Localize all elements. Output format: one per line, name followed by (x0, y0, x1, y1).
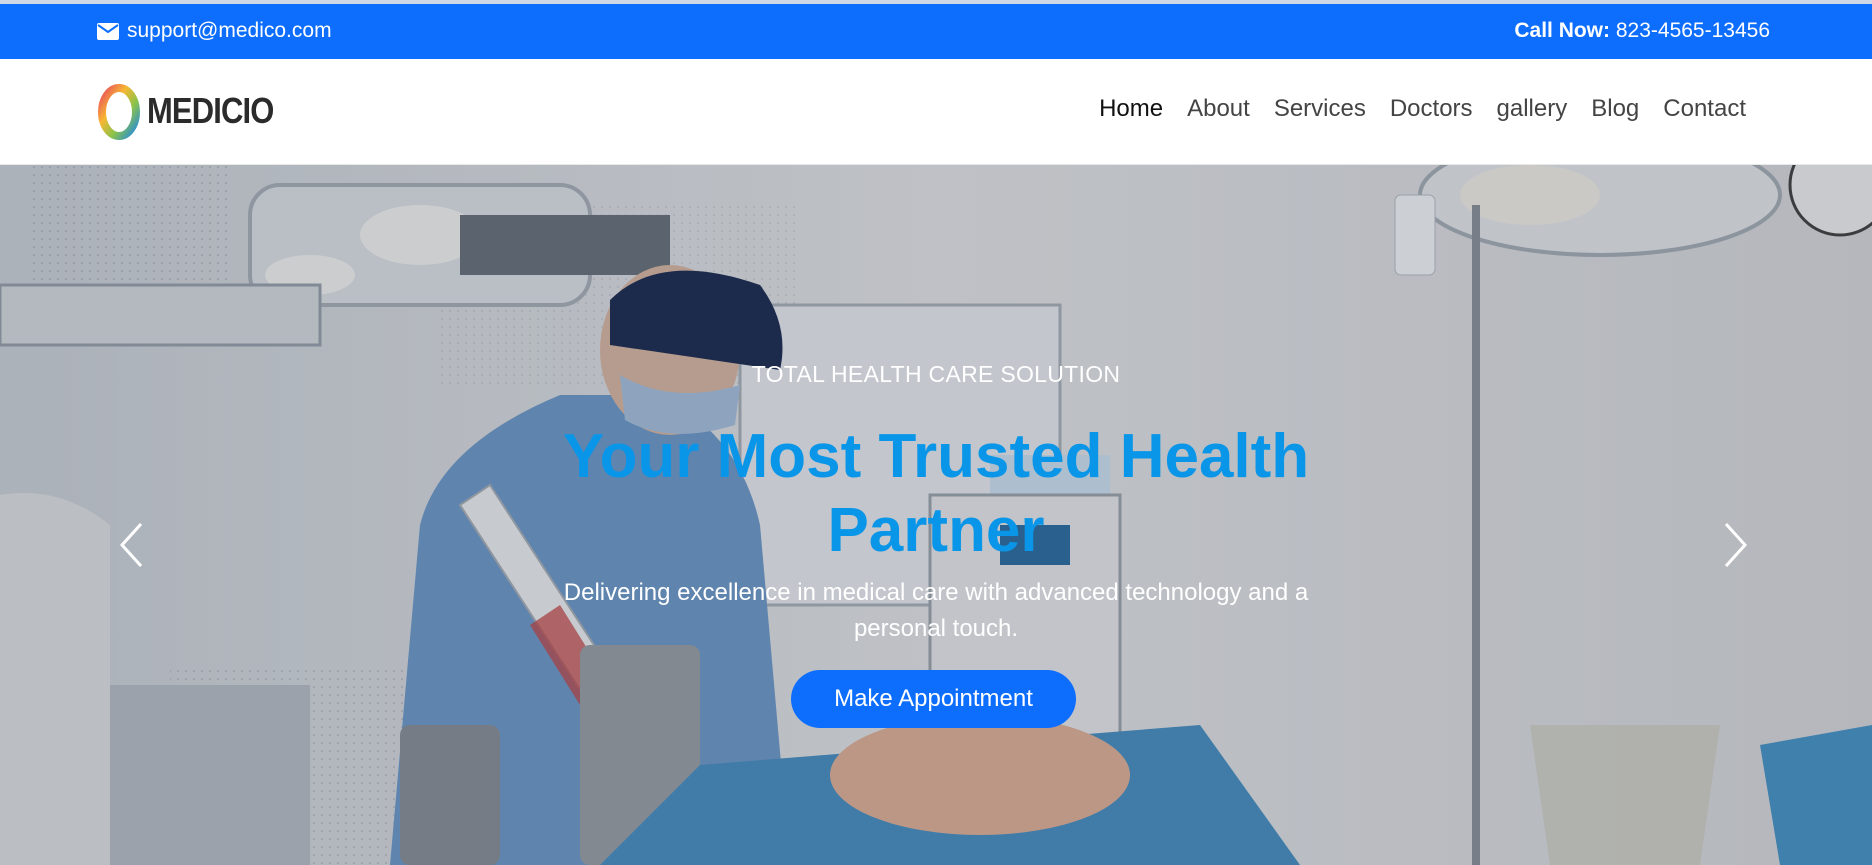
nav-gallery[interactable]: gallery (1485, 95, 1580, 123)
contact-topbar: support@medico.com Call Now: 823-4565-13… (0, 4, 1872, 59)
email-text: support@medico.com (127, 19, 332, 42)
nav-doctors[interactable]: Doctors (1378, 95, 1485, 123)
chevron-right-icon[interactable] (1720, 520, 1750, 570)
primary-nav: Home About Services Doctors gallery Blog… (1087, 95, 1758, 123)
hero-description: Delivering excellence in medical care wi… (563, 579, 1309, 642)
hero-title: Your Most Trusted Health Partner (562, 422, 1310, 565)
email-link[interactable]: support@medico.com (97, 19, 332, 43)
nav-about[interactable]: About (1175, 95, 1262, 123)
hero-carousel: TOTAL HEALTH CARE SOLUTION Your Most Tru… (0, 165, 1872, 865)
chevron-left-icon[interactable] (117, 520, 147, 570)
call-number: 823-4565-13456 (1615, 19, 1770, 42)
make-appointment-button[interactable]: Make Appointment (791, 670, 1076, 728)
nav-home[interactable]: Home (1087, 95, 1175, 123)
envelope-icon (97, 22, 119, 40)
call-now[interactable]: Call Now: 823-4565-13456 (1514, 19, 1770, 43)
hero-content: TOTAL HEALTH CARE SOLUTION Your Most Tru… (0, 165, 1872, 865)
nav-services[interactable]: Services (1262, 95, 1378, 123)
brand-logo[interactable]: MEDICIO (97, 81, 294, 141)
main-navbar: MEDICIO Home About Services Doctors gall… (0, 59, 1872, 165)
hero-subtitle: TOTAL HEALTH CARE SOLUTION (751, 361, 1121, 387)
nav-blog[interactable]: Blog (1579, 95, 1651, 123)
medicio-logo-icon (98, 84, 140, 140)
call-label: Call Now: (1514, 19, 1611, 42)
nav-contact[interactable]: Contact (1651, 95, 1758, 123)
brand-name: MEDICIO (147, 90, 274, 131)
